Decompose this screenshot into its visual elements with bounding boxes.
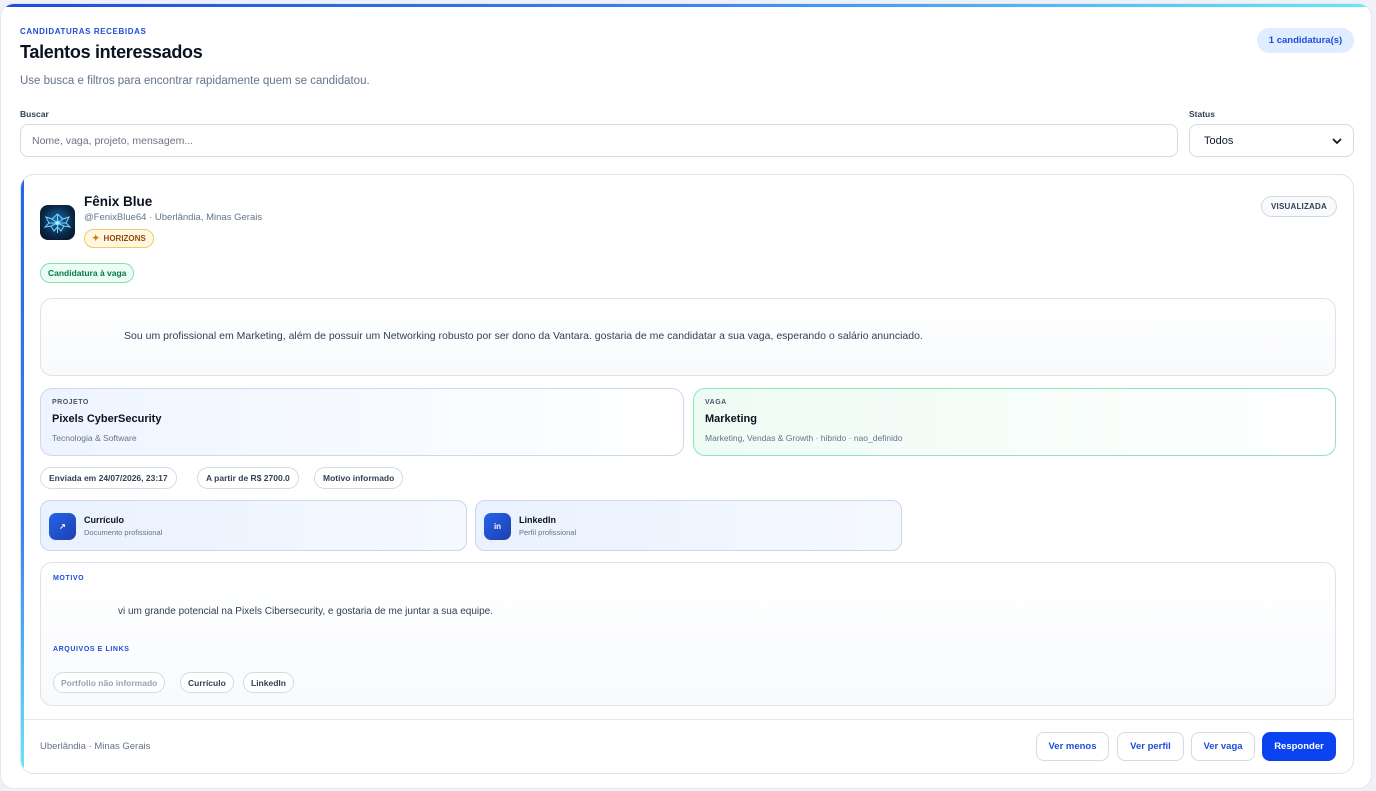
linkedin-chip[interactable]: LinkedIn	[243, 672, 294, 693]
plan-badge: ✦ HORIZONS	[84, 229, 154, 248]
see-job-button[interactable]: Ver vaga	[1191, 732, 1255, 761]
reason-text: vi um grande potencial na Pixels Ciberse…	[118, 606, 494, 617]
chevron-down-icon	[1332, 138, 1342, 144]
application-card: Fênix Blue @FenixBlue64 · Uberlândia, Mi…	[20, 174, 1354, 774]
project-title: Pixels CyberSecurity	[52, 413, 162, 425]
phoenix-logo-icon	[43, 213, 72, 233]
application-type-badge: Candidatura à vaga	[40, 263, 135, 283]
status-select-value: Todos	[1204, 134, 1234, 147]
see-less-button[interactable]: Ver menos	[1036, 732, 1109, 761]
project-info-box: PROJETO Pixels CyberSecurity Tecnologia …	[40, 388, 684, 456]
search-label: Buscar	[20, 109, 49, 119]
reason-informed-chip: Motivo informado	[314, 467, 404, 489]
portfolio-chip: Portfolio não informado	[53, 672, 166, 693]
card-accent-bar	[21, 175, 24, 773]
applications-count-badge: 1 candidatura(s)	[1257, 28, 1354, 53]
section-eyebrow: CANDIDATURAS RECEBIDAS	[20, 27, 147, 36]
job-title: Marketing	[705, 413, 757, 425]
linkedin-link-card[interactable]: in LinkedIn Perfil profissional	[475, 500, 902, 551]
resume-link-subtitle: Documento profissional	[84, 528, 163, 537]
resume-chip[interactable]: Currículo	[180, 672, 234, 693]
job-details: Marketing, Vendas & Growth · hibrido · n…	[705, 433, 903, 443]
top-accent-bar	[1, 4, 1371, 7]
resume-link-title: Currículo	[84, 515, 125, 525]
reply-button[interactable]: Responder	[1262, 732, 1336, 761]
job-info-box: VAGA Marketing Marketing, Vendas & Growt…	[693, 388, 1336, 456]
view-status-badge: VISUALIZADA	[1261, 196, 1337, 217]
status-select[interactable]: Todos	[1189, 124, 1354, 157]
candidate-name[interactable]: Fênix Blue	[84, 194, 152, 209]
salary-chip: A partir de R$ 2700.0	[197, 467, 299, 489]
avatar[interactable]	[40, 205, 75, 240]
search-input[interactable]	[20, 124, 1178, 157]
plan-badge-label: HORIZONS	[103, 234, 146, 243]
candidate-message: Sou um profissional em Marketing, além d…	[124, 330, 923, 342]
sent-date-chip: Enviada em 24/07/2026, 23:17	[40, 467, 177, 489]
resume-link-card[interactable]: ↗ Currículo Documento profissional	[40, 500, 467, 551]
reason-box: MOTIVO vi um grande potencial na Pixels …	[40, 562, 1336, 706]
see-profile-button[interactable]: Ver perfil	[1117, 732, 1184, 761]
page-subtitle: Use busca e filtros para encontrar rapid…	[20, 75, 370, 87]
linkedin-link-title: LinkedIn	[519, 515, 557, 525]
candidate-message-box: Sou um profissional em Marketing, além d…	[40, 298, 1336, 376]
reason-eyebrow: MOTIVO	[53, 575, 85, 582]
candidate-handle-location: @FenixBlue64 · Uberlândia, Minas Gerais	[84, 212, 263, 223]
files-links-eyebrow: ARQUIVOS E LINKS	[53, 646, 130, 653]
status-label: Status	[1189, 109, 1215, 119]
linkedin-link-subtitle: Perfil profissional	[519, 528, 577, 537]
job-eyebrow: VAGA	[705, 399, 727, 406]
applications-panel: CANDIDATURAS RECEBIDAS Talentos interess…	[0, 3, 1372, 789]
linkedin-icon: in	[484, 513, 511, 540]
sparkle-icon: ✦	[92, 233, 100, 243]
external-link-icon: ↗	[49, 513, 76, 540]
footer-location: Uberlândia · Minas Gerais	[40, 741, 151, 752]
page-title: Talentos interessados	[20, 42, 203, 62]
project-category: Tecnologia & Software	[52, 433, 137, 443]
project-eyebrow: PROJETO	[52, 399, 89, 406]
card-divider	[24, 719, 1353, 720]
